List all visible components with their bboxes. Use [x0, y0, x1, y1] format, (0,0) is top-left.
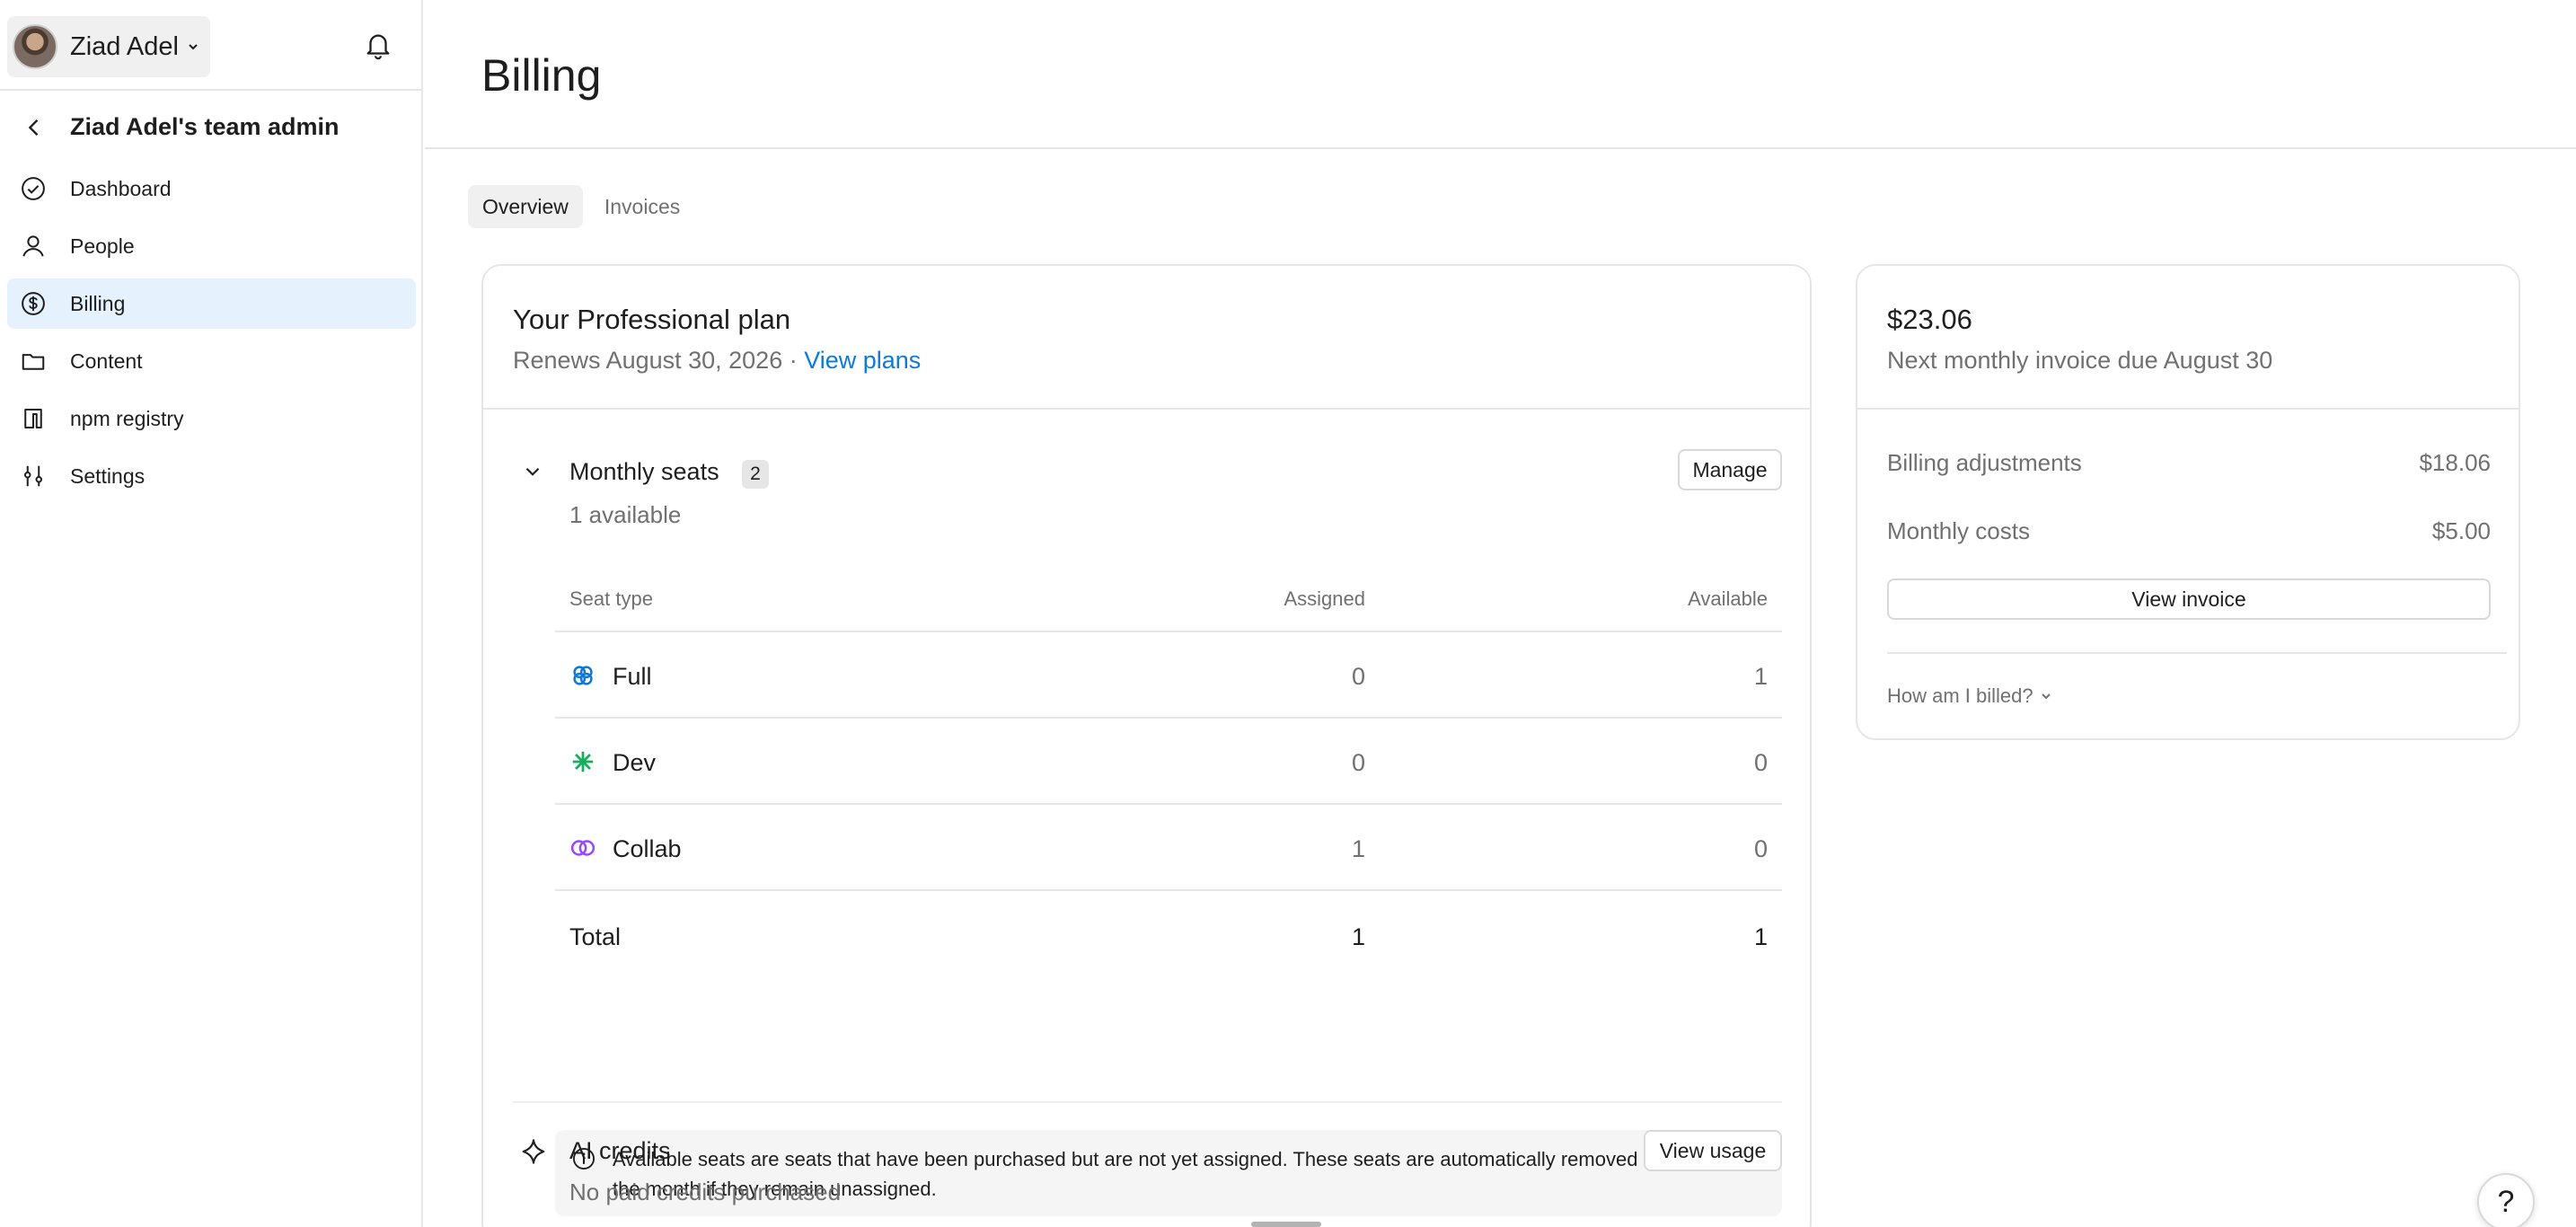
- plan-card: Your Professional plan Renews August 30,…: [481, 264, 1812, 1227]
- table-header: Seat type Assigned Available: [555, 561, 1782, 632]
- divider: [1887, 652, 2507, 654]
- sidebar-item-people[interactable]: People: [7, 221, 416, 271]
- chevron-down-icon[interactable]: [521, 460, 544, 483]
- billing-adjustments-label: Billing adjustments: [1887, 449, 2082, 476]
- chevron-down-icon: [189, 44, 198, 50]
- sidebar-item-label: Billing: [70, 292, 126, 315]
- team-admin-row: Ziad Adel's team admin: [0, 106, 423, 149]
- sidebar: Ziad Adel Ziad Adel's team admin Dashboa…: [0, 0, 423, 1227]
- available-value: 1: [1753, 663, 1768, 690]
- invoice-header: $23.06 Next monthly invoice due August 3…: [1857, 266, 2519, 410]
- assigned-value: 0: [1351, 749, 1365, 776]
- renewal-text: Renews August 30, 2026 ·: [513, 347, 805, 374]
- sidebar-nav: Dashboard People Billing Content npm reg…: [0, 163, 423, 508]
- seat-type-name: Full: [613, 663, 652, 690]
- sidebar-item-npm-registry[interactable]: npm registry: [7, 393, 416, 444]
- main-content: Billing Overview Invoices Your Professio…: [425, 0, 2576, 1227]
- seat-table: Seat type Assigned Available Full 0 1 De…: [555, 561, 1782, 981]
- sidebar-item-label: Content: [70, 349, 143, 373]
- collab-seat-icon: [570, 840, 595, 856]
- monthly-costs-value: $5.00: [2431, 517, 2491, 544]
- tab-overview[interactable]: Overview: [468, 185, 583, 228]
- billing-adjustments-row: Billing adjustments $18.06: [1887, 449, 2491, 477]
- chevron-down-icon: [2041, 693, 2051, 700]
- invoice-card: $23.06 Next monthly invoice due August 3…: [1856, 264, 2520, 740]
- sliders-icon: [24, 465, 43, 487]
- sidebar-item-content[interactable]: Content: [7, 336, 416, 386]
- dollar-circle-icon: [22, 292, 45, 315]
- bell-icon[interactable]: [363, 31, 393, 61]
- tab-invoices[interactable]: Invoices: [590, 185, 694, 228]
- seat-type-name: Dev: [613, 749, 657, 776]
- monthly-costs-label: Monthly costs: [1887, 517, 2030, 544]
- sidebar-item-dashboard[interactable]: Dashboard: [7, 163, 416, 214]
- column-header-seat-type: Seat type: [569, 587, 653, 610]
- scrollbar[interactable]: [1251, 1222, 1321, 1227]
- view-plans-link[interactable]: View plans: [804, 347, 921, 374]
- page-header: Billing: [425, 0, 2576, 149]
- column-header-assigned: Assigned: [1284, 587, 1365, 610]
- seats-available: 1 available: [569, 501, 682, 528]
- table-row: Dev 0 0: [555, 719, 1782, 805]
- how-am-i-billed-label: How am I billed?: [1887, 684, 2033, 707]
- assigned-value: 1: [1351, 835, 1365, 862]
- help-button[interactable]: ?: [2477, 1173, 2535, 1227]
- dev-seat-icon: [572, 751, 594, 772]
- table-total-row: Total 1 1: [555, 891, 1782, 981]
- column-header-available: Available: [1688, 587, 1768, 610]
- team-title: Ziad Adel's team admin: [70, 113, 340, 140]
- total-assigned: 1: [1351, 923, 1365, 950]
- manage-button[interactable]: Manage: [1678, 449, 1782, 490]
- seats-title: Monthly seats: [569, 458, 719, 485]
- user-menu-button[interactable]: Ziad Adel: [7, 16, 210, 77]
- table-row: Collab 1 0: [555, 805, 1782, 891]
- sidebar-item-billing[interactable]: Billing: [7, 278, 416, 329]
- invoice-amount: $23.06: [1887, 304, 1972, 335]
- available-value: 0: [1753, 749, 1768, 776]
- available-value: 0: [1753, 835, 1768, 862]
- view-usage-button[interactable]: View usage: [1644, 1130, 1782, 1171]
- how-am-i-billed-link[interactable]: How am I billed?: [1887, 684, 2053, 708]
- plan-title: Your Professional plan: [513, 304, 791, 335]
- back-arrow-icon[interactable]: [22, 115, 47, 140]
- billing-adjustments-value: $18.06: [2419, 449, 2491, 476]
- sparkle-icon: [522, 1139, 545, 1164]
- sidebar-item-label: Settings: [70, 464, 146, 488]
- sidebar-item-label: npm registry: [70, 407, 184, 430]
- assigned-value: 0: [1351, 663, 1365, 690]
- sidebar-item-label: People: [70, 234, 135, 258]
- avatar: [13, 24, 57, 69]
- person-icon: [22, 235, 44, 257]
- folder-icon: [22, 354, 45, 370]
- page-title: Billing: [481, 50, 602, 101]
- sidebar-item-label: Dashboard: [70, 177, 172, 200]
- plan-renewal: Renews August 30, 2026 · View plans: [513, 347, 921, 375]
- table-row: Full 0 1: [555, 632, 1782, 719]
- ai-credits-subtitle: No paid credits purchased: [569, 1178, 842, 1205]
- user-name: Ziad Adel: [70, 31, 179, 61]
- monthly-costs-row: Monthly costs $5.00: [1887, 517, 2491, 545]
- view-invoice-button[interactable]: View invoice: [1887, 578, 2491, 620]
- check-circle-icon: [22, 177, 45, 200]
- ai-credits-title: AI credits: [569, 1137, 671, 1164]
- seats-count-badge: 2: [742, 460, 769, 489]
- invoice-due: Next monthly invoice due August 30: [1887, 347, 2273, 374]
- total-available: 1: [1753, 923, 1768, 950]
- npm-icon: [24, 409, 42, 428]
- total-label: Total: [569, 923, 622, 950]
- seat-type-name: Collab: [613, 835, 682, 862]
- plan-header: Your Professional plan Renews August 30,…: [483, 266, 1810, 410]
- sidebar-header: Ziad Adel: [0, 0, 421, 91]
- tab-bar: Overview Invoices: [468, 185, 701, 228]
- sidebar-item-settings[interactable]: Settings: [7, 451, 416, 501]
- divider: [513, 1101, 1782, 1103]
- full-seat-icon: [573, 666, 593, 685]
